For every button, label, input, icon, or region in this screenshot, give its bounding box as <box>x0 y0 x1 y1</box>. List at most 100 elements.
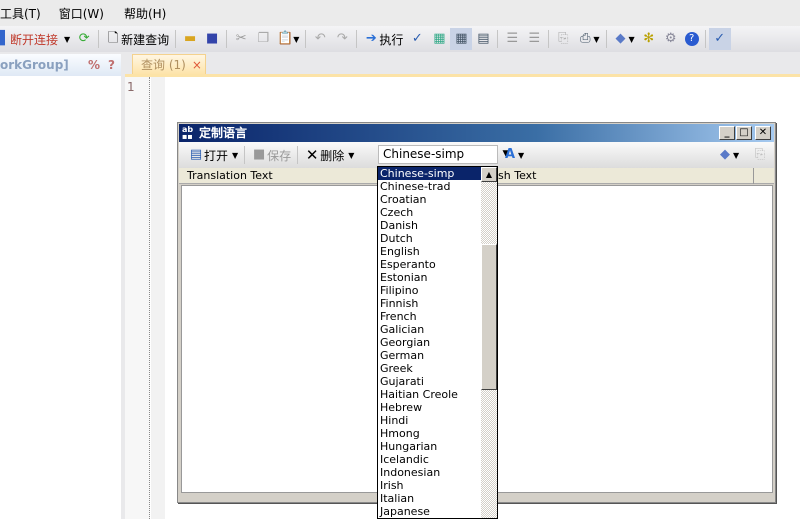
language-option[interactable]: French <box>378 310 497 323</box>
export-button[interactable]: ⎘ <box>552 28 574 50</box>
dialog-toolbar: ▤ 打开 ▼ ■ 保存 ✕ 删除 ▼ Chinese-simp ▼ A ▼ ◆ ▼ ⎘ <box>179 142 774 168</box>
language-option[interactable]: Greek <box>378 362 497 375</box>
language-option[interactable]: Dutch <box>378 232 497 245</box>
menu-help[interactable]: 帮助(H) <box>124 5 166 22</box>
language-option[interactable]: Hungarian <box>378 440 497 453</box>
maximize-button[interactable]: □ <box>736 126 752 140</box>
scissors-icon: ✂ <box>235 31 247 46</box>
cut-button[interactable]: ✂ <box>230 28 252 50</box>
outdent-icon: ☰ <box>528 31 541 46</box>
language-option[interactable]: Hebrew <box>378 401 497 414</box>
refresh-icon: ⟳ <box>78 31 90 46</box>
menu-tools[interactable]: 工具(T) <box>0 5 41 22</box>
scrollbar[interactable]: ▲ <box>481 167 497 518</box>
scrollbar-thumb[interactable] <box>481 244 497 390</box>
help-book-button[interactable]: ◆ ▼ <box>714 144 742 166</box>
divider <box>356 30 358 48</box>
language-option[interactable]: Haitian Creole <box>378 388 497 401</box>
printer-icon: ⎙ <box>580 31 591 46</box>
settings-button[interactable]: ⚙ <box>660 28 682 50</box>
copy-button[interactable]: ❐ <box>252 28 274 50</box>
paste-icon: 📋 <box>277 31 294 46</box>
divider <box>244 146 246 164</box>
new-document-icon: 🗋 <box>107 31 119 46</box>
close-button[interactable]: ✕ <box>755 126 771 140</box>
outdent-button[interactable]: ☰ <box>523 28 545 50</box>
folder-icon: ▬ <box>184 31 197 46</box>
help-book-button[interactable]: ◆ ▼ <box>610 28 638 50</box>
delete-button[interactable]: ✕ 删除 ▼ <box>301 144 357 166</box>
open-file-icon: ▤ <box>189 147 203 162</box>
line-number: 1 <box>127 80 135 94</box>
help-button[interactable]: ? <box>682 28 702 50</box>
query-plan-button[interactable]: ▦ <box>428 28 450 50</box>
export-button[interactable]: ⎘ <box>749 144 771 166</box>
language-option[interactable]: Danish <box>378 219 497 232</box>
disconnect-dropdown[interactable]: ▼ <box>61 28 73 50</box>
paste-dropdown-icon: ▼ <box>293 34 300 44</box>
tab-query-1[interactable]: 查询 (1) × <box>132 54 206 75</box>
object-explorer-header: orkGroup] % ? <box>0 54 121 76</box>
column-translation-text[interactable]: Translation Text <box>187 168 273 184</box>
language-option[interactable]: Hindi <box>378 414 497 427</box>
close-tab-icon[interactable]: × <box>192 58 202 72</box>
results-grid-button[interactable]: ▦ <box>450 28 473 50</box>
print-button[interactable]: ⎙ ▼ <box>574 28 602 50</box>
new-query-button[interactable]: 🗋 新建查询 <box>102 28 172 50</box>
open-button[interactable]: ▤ 打开 ▼ <box>185 144 241 166</box>
execute-button[interactable]: ➔ 执行 <box>360 28 406 50</box>
menu-window[interactable]: 窗口(W) <box>59 5 104 22</box>
language-option[interactable]: Galician <box>378 323 497 336</box>
redo-button[interactable]: ↷ <box>331 28 353 50</box>
checklist-button[interactable]: ✓ <box>708 28 731 50</box>
indent-button[interactable]: ☰ <box>501 28 523 50</box>
language-option[interactable]: Chinese-simp <box>378 167 497 180</box>
results-text-button[interactable]: ▤ <box>472 28 494 50</box>
language-option[interactable]: Japanese <box>378 505 497 518</box>
diagram-icon: ▦ <box>433 31 446 46</box>
check-syntax-button[interactable]: ✓ <box>406 28 428 50</box>
language-option[interactable]: Croatian <box>378 193 497 206</box>
minimize-button[interactable]: _ <box>719 126 735 140</box>
language-option[interactable]: Italian <box>378 492 497 505</box>
language-select[interactable]: Chinese-simp ▼ <box>378 145 509 164</box>
help-mark-button[interactable]: ? <box>108 54 115 76</box>
outline-margin <box>151 77 165 519</box>
translate-button[interactable]: A ▼ <box>499 144 527 166</box>
open-button[interactable]: ▬ <box>179 28 201 50</box>
percent-button[interactable]: % <box>88 54 100 76</box>
language-option[interactable]: Gujarati <box>378 375 497 388</box>
export-icon: ⎘ <box>558 31 569 46</box>
divider <box>98 30 100 48</box>
language-option[interactable]: Estonian <box>378 271 497 284</box>
language-option[interactable]: Indonesian <box>378 466 497 479</box>
divider <box>175 30 177 48</box>
app-logo-icon: ab ▪▪ <box>182 125 194 141</box>
language-option[interactable]: Icelandic <box>378 453 497 466</box>
language-option[interactable]: Filipino <box>378 284 497 297</box>
paste-button[interactable]: 📋 ▼ <box>274 28 302 50</box>
language-option[interactable]: German <box>378 349 497 362</box>
disconnect-button[interactable]: ▌ 断开连接 <box>0 28 61 50</box>
refresh-button[interactable]: ⟳ <box>73 28 95 50</box>
redo-icon: ↷ <box>336 31 348 46</box>
help-book-dropdown-icon: ▼ <box>628 34 635 44</box>
scroll-up-arrow[interactable]: ▲ <box>481 167 497 182</box>
save-button[interactable]: ■ <box>201 28 223 50</box>
undo-button[interactable]: ↶ <box>309 28 331 50</box>
object-explorer-panel <box>0 54 121 519</box>
gears-icon: ✻ <box>643 31 655 46</box>
language-option[interactable]: Chinese-trad <box>378 180 497 193</box>
language-option[interactable]: English <box>378 245 497 258</box>
tools-button[interactable]: ✻ <box>638 28 660 50</box>
language-option[interactable]: Irish <box>378 479 497 492</box>
language-option[interactable]: Georgian <box>378 336 497 349</box>
language-option[interactable]: Esperanto <box>378 258 497 271</box>
language-option[interactable]: Czech <box>378 206 497 219</box>
save-button[interactable]: ■ 保存 <box>248 144 294 166</box>
language-option[interactable]: Finnish <box>378 297 497 310</box>
floppy-icon: ■ <box>253 147 266 162</box>
language-option[interactable]: Hmong <box>378 427 497 440</box>
text-results-icon: ▤ <box>477 31 490 46</box>
help-dropdown-icon: ▼ <box>733 150 740 160</box>
